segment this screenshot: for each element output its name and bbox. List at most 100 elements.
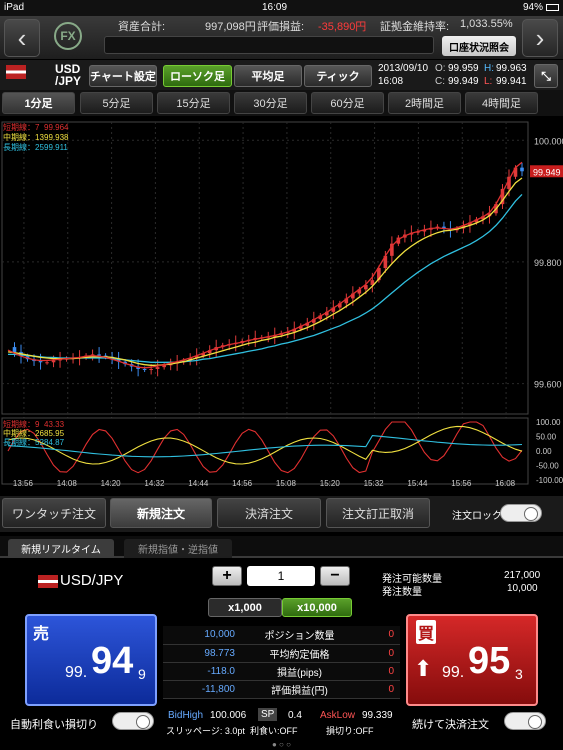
collapse-icon[interactable]: ⤡ (534, 64, 558, 88)
up-arrow-icon: ⬆ (414, 656, 433, 681)
timeframe-60m[interactable]: 60分足 (311, 92, 384, 114)
status-bar: iPad 16:09 94% (0, 0, 563, 16)
osc-tick-label: -50.00 (536, 462, 559, 471)
timeframe-4h[interactable]: 4時間足 (465, 92, 538, 114)
sp-label: SP (258, 708, 278, 721)
back-chevron-icon[interactable]: ‹ (4, 19, 40, 57)
legend-label: 短期線：7 (3, 122, 40, 132)
legend-value: 99.938 (44, 133, 69, 142)
chart-settings-button[interactable]: チャート設定 (89, 65, 157, 87)
forward-chevron-icon[interactable]: › (522, 19, 558, 57)
osc-legend-label: 長期線：52 (3, 437, 44, 447)
margin-label: 証拠金維持率: (380, 21, 450, 33)
osc-tick-label: 50.00 (536, 433, 557, 442)
tab-settle-order[interactable]: 決済注文 (217, 498, 321, 528)
x-tick-label: 14:20 (101, 479, 122, 488)
margin-value: 1,033.55% (460, 18, 513, 30)
settle-continue-label: 続けて決済注文 (412, 719, 489, 731)
table-row: 98.773 平均約定価格 0 (163, 644, 400, 663)
quantity-input[interactable]: 1 (247, 566, 315, 586)
auto-takeprofit-label: 自動利食い損切り (10, 719, 98, 731)
y-tick-label: 99.800 (534, 258, 562, 268)
quantity-minus-button[interactable]: − (320, 566, 350, 586)
battery-icon (546, 4, 559, 11)
quantity-plus-button[interactable]: + (212, 566, 242, 586)
subtab-limit-stop[interactable]: 新規指値・逆指値 (124, 539, 232, 558)
timeframe-bar: 1分足 5分足 15分足 30分足 60分足 2時間足 4時間足 (0, 90, 563, 116)
header: ‹ FX 資産合計: 997,098円 評価損益: -35,890円 証拠金維持… (0, 16, 563, 60)
available-value: 217,000 (504, 570, 541, 581)
stoploss-text: 損切り:OFF (326, 726, 374, 736)
timeframe-2h[interactable]: 2時間足 (388, 92, 461, 114)
timeframe-1m[interactable]: 1分足 (2, 92, 75, 114)
buy-label: 買 (416, 620, 437, 644)
sp-value: 0.4 (288, 710, 302, 721)
tab-modify-cancel[interactable]: 注文訂正取消 (326, 498, 430, 528)
order-lock-toggle[interactable] (500, 504, 542, 522)
x-tick-label: 15:44 (407, 479, 428, 488)
timeframe-5m[interactable]: 5分足 (80, 92, 153, 114)
chart-type-candle[interactable]: ローソク足 (163, 65, 232, 87)
chart-time: 16:08 (378, 76, 404, 87)
pair-bar: USD /JPY チャート設定 ローソク足 平均足 ティック 2013/09/1… (0, 60, 563, 90)
x-tick-label: 14:32 (144, 479, 165, 488)
timeframe-15m[interactable]: 15分足 (157, 92, 230, 114)
candle-body (520, 167, 524, 172)
osc-legend-label: 中期線：26 (3, 428, 44, 438)
candle-body (142, 368, 147, 370)
x-tick-label: 14:56 (232, 479, 253, 488)
l-value: 99.941 (496, 76, 527, 87)
fx-logo: FX (54, 22, 82, 50)
news-ticker (104, 36, 434, 54)
timeframe-30m[interactable]: 30分足 (234, 92, 307, 114)
x-tick-label: 16:08 (495, 479, 516, 488)
candle-body (155, 367, 160, 369)
candle-body (149, 368, 153, 370)
sell-price-big: 94 (91, 640, 134, 682)
unit-x1000[interactable]: x1,000 (208, 598, 282, 617)
account-status-button[interactable]: 口座状況照会 (442, 36, 516, 56)
usd-jpy-flag-icon (6, 65, 26, 79)
chart-type-tick[interactable]: ティック (304, 65, 372, 87)
x-tick-label: 15:56 (451, 479, 472, 488)
tab-one-touch[interactable]: ワンタッチ注文 (2, 498, 106, 528)
price-chart[interactable]: 100.00099.80099.60099.949短期線：799.964中期線：… (0, 118, 563, 490)
pl-label: 評価損益: (257, 21, 305, 33)
tab-new-order[interactable]: 新規注文 (110, 498, 212, 528)
c-label: C: (435, 76, 445, 87)
buy-price-prefix: 99. (442, 664, 465, 681)
osc-tick-label: -100.00 (536, 476, 563, 485)
x-tick-label: 15:08 (276, 479, 297, 488)
settle-continue-toggle[interactable] (504, 712, 546, 730)
order-qty-label: 発注数量 (382, 587, 422, 598)
price-panel (1, 121, 529, 415)
asklow-label: AskLow (320, 710, 356, 721)
legend-label: 中期線：13 (3, 132, 44, 142)
current-price-label: 99.949 (533, 167, 561, 177)
l-label: L: (484, 76, 493, 87)
subtab-realtime[interactable]: 新規リアルタイム (8, 539, 114, 558)
battery-label: 94% (522, 2, 543, 13)
sell-button[interactable]: 売 99. 94 9 (25, 614, 157, 706)
pl-value: -35,890円 (318, 21, 367, 33)
osc-tick-label: 100.00 (536, 418, 561, 427)
table-row: -118.0 損益(pips) 0 (163, 662, 400, 681)
table-row: 10,000 ポジション数量 0 (163, 626, 400, 645)
buy-button[interactable]: 買 ⬆ 99. 95 3 (406, 614, 538, 706)
order-pair: USD/JPY (60, 572, 124, 589)
legend-label: 長期線：25 (3, 142, 44, 152)
order-subtabs: 新規リアルタイム 新規指値・逆指値 (0, 536, 563, 558)
sell-price-prefix: 99. (65, 664, 88, 681)
position-stats: 10,000 ポジション数量 0 98.773 平均約定価格 0 -118.0 損益(pi… (163, 626, 400, 699)
chart-type-heikin[interactable]: 平均足 (234, 65, 302, 87)
auto-takeprofit-toggle[interactable] (112, 712, 154, 730)
o-value: 99.959 (448, 63, 479, 74)
takeprofit-text: 利食い:OFF (250, 726, 298, 736)
unit-x10000[interactable]: x10,000 (282, 598, 352, 617)
order-tabs: ワンタッチ注文 新規注文 決済注文 注文訂正取消 注文ロック (0, 496, 563, 532)
sell-price-suffix: 9 (138, 666, 146, 682)
candle-body (97, 354, 101, 356)
buy-price-big: 95 (468, 640, 511, 682)
clock: 16:09 (262, 2, 288, 13)
x-tick-label: 13:56 (13, 479, 34, 488)
